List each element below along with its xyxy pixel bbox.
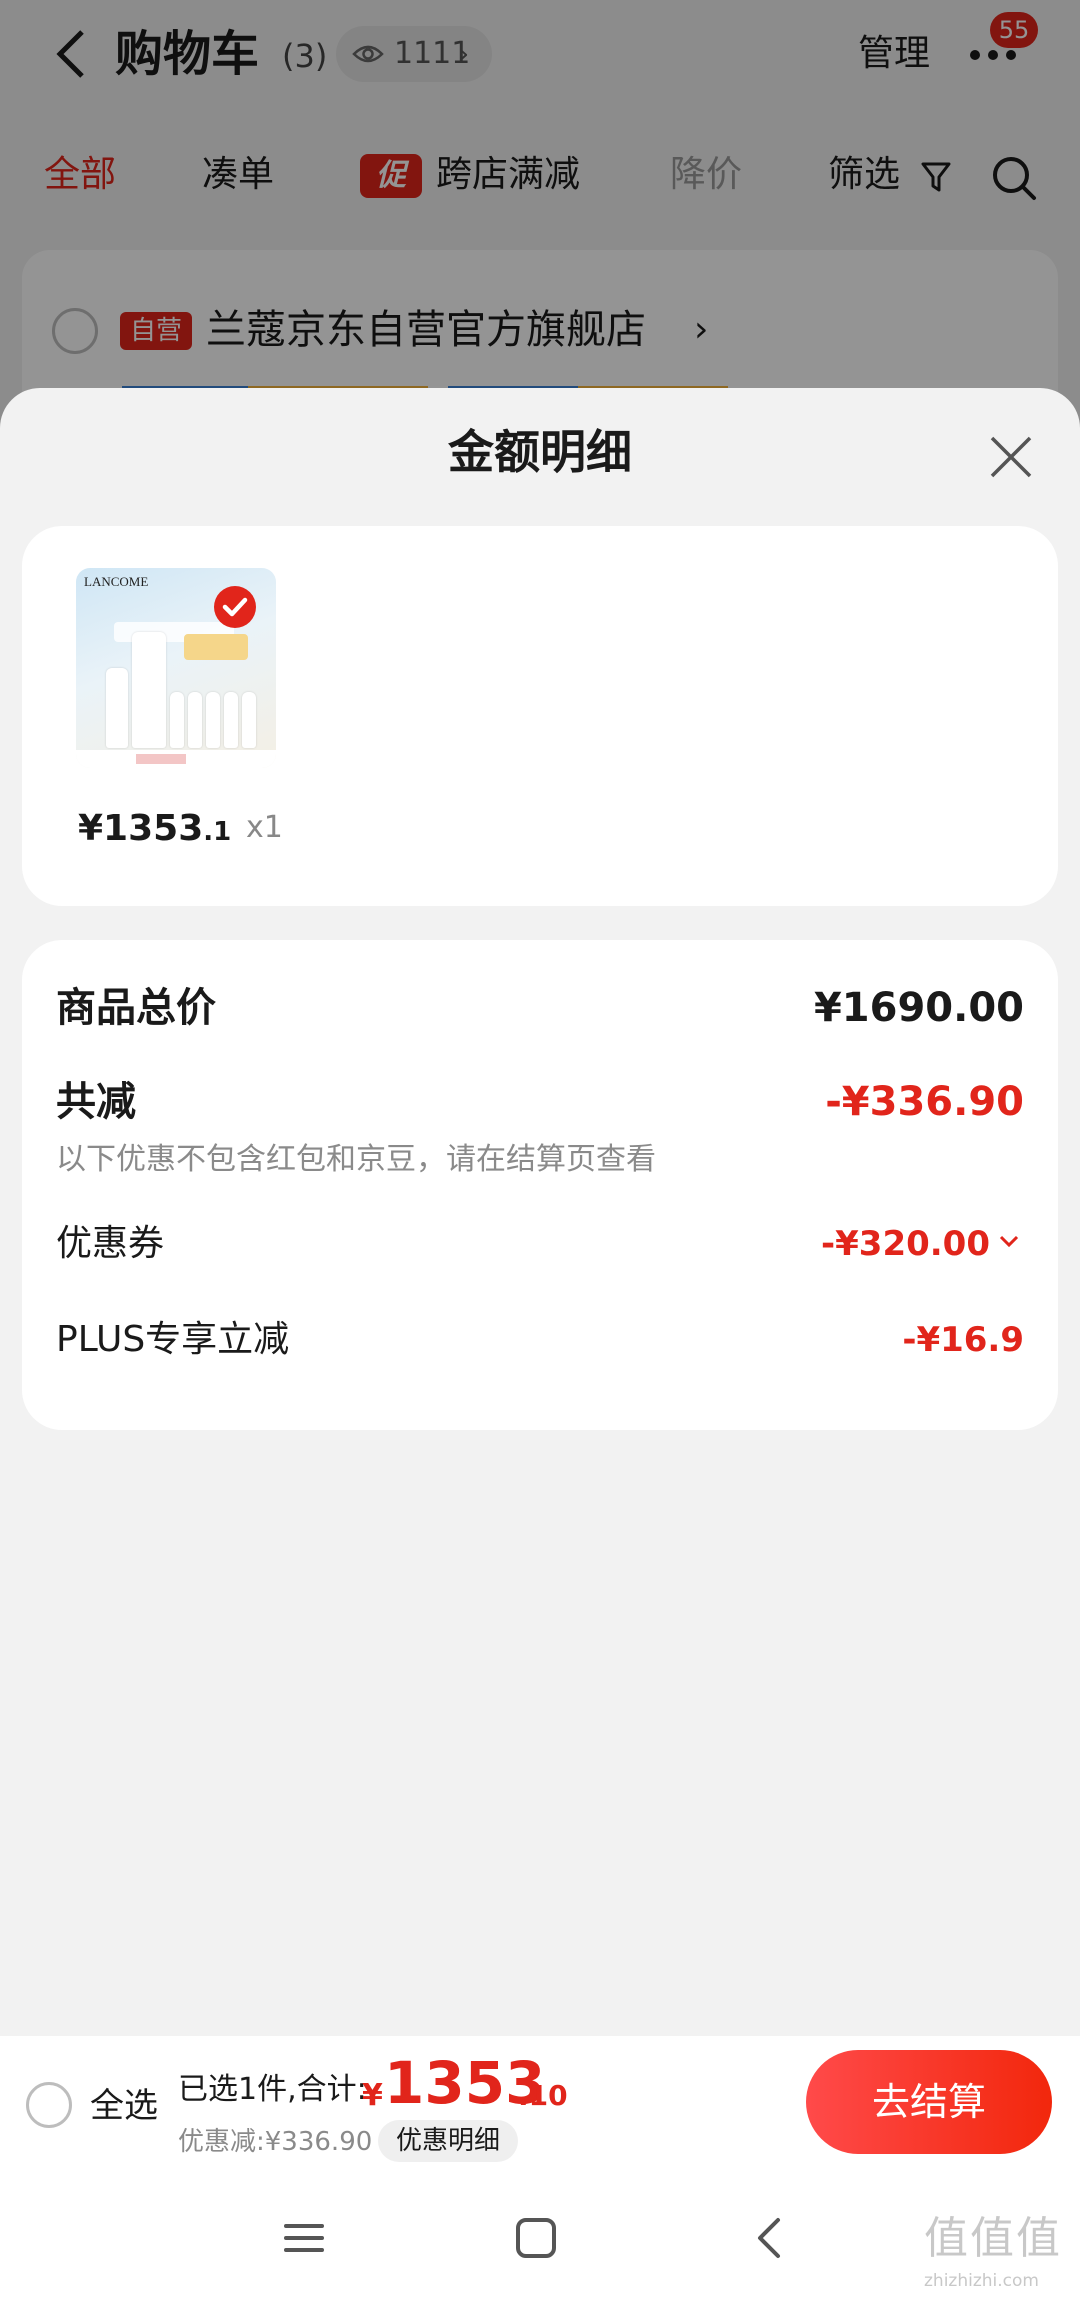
chevron-down-icon[interactable] <box>996 1228 1022 1254</box>
selected-check-icon <box>214 586 256 628</box>
site-watermark: 值值值 zhizhizhi.com <box>924 2212 1074 2292</box>
currency-symbol: ¥ <box>362 2078 383 2113</box>
system-nav-bar: 值值值 zhizhizhi.com <box>0 2172 1080 2301</box>
total-discount-label: 共减 <box>56 1079 136 1125</box>
coupon-label[interactable]: 优惠券 <box>56 1218 164 1270</box>
total-price-value: ¥1690.00 <box>813 985 1024 1031</box>
close-icon[interactable] <box>986 432 1036 482</box>
recent-apps-icon[interactable] <box>274 2208 334 2268</box>
sheet-title: 金额明细 <box>448 425 632 479</box>
watermark-logo: 值值值 <box>924 2213 1062 2264</box>
watermark-url: zhizhizhi.com <box>924 2271 1039 2291</box>
discount-summary: 优惠减:¥336.90 <box>178 2127 373 2157</box>
home-icon[interactable] <box>506 2208 566 2268</box>
amount-detail-sheet: 金额明细 LANCOME ¥1353.1 x1 商品总价 ¥1690.00 共减… <box>0 388 1080 2036</box>
plus-discount-value: -¥16.9 <box>902 1320 1024 1360</box>
plus-discount-label: PLUS专享立减 <box>56 1319 290 1360</box>
order-total-decimal: .10 <box>518 2079 568 2112</box>
product-card: LANCOME ¥1353.1 x1 <box>22 526 1058 906</box>
order-total-label: 已选1件,合计: <box>178 2072 367 2107</box>
total-discount-value: -¥336.90 <box>825 1079 1024 1125</box>
product-quantity: x1 <box>246 810 283 845</box>
price-breakdown-card: 商品总价 ¥1690.00 共减 -¥336.90 以下优惠不包含红包和京豆，请… <box>22 940 1058 1430</box>
discount-detail-button[interactable]: 优惠明细 <box>378 2120 519 2162</box>
product-image[interactable]: LANCOME <box>76 568 276 768</box>
checkout-button[interactable]: 去结算 <box>806 2050 1052 2154</box>
select-all-radio[interactable] <box>26 2082 72 2128</box>
back-icon[interactable] <box>740 2208 800 2268</box>
select-all-label[interactable]: 全选 <box>90 2082 158 2130</box>
discount-note: 以下优惠不包含红包和京豆，请在结算页查看 <box>56 1142 656 1177</box>
checkout-bar: 全选 已选1件,合计: ¥ 1353 .10 优惠减:¥336.90 优惠明细 … <box>0 2036 1080 2172</box>
coupon-value[interactable]: -¥320.00 <box>821 1218 990 1270</box>
product-image-brand: LANCOME <box>84 574 149 589</box>
product-price: ¥1353.1 <box>78 808 232 849</box>
total-price-label: 商品总价 <box>56 985 216 1031</box>
